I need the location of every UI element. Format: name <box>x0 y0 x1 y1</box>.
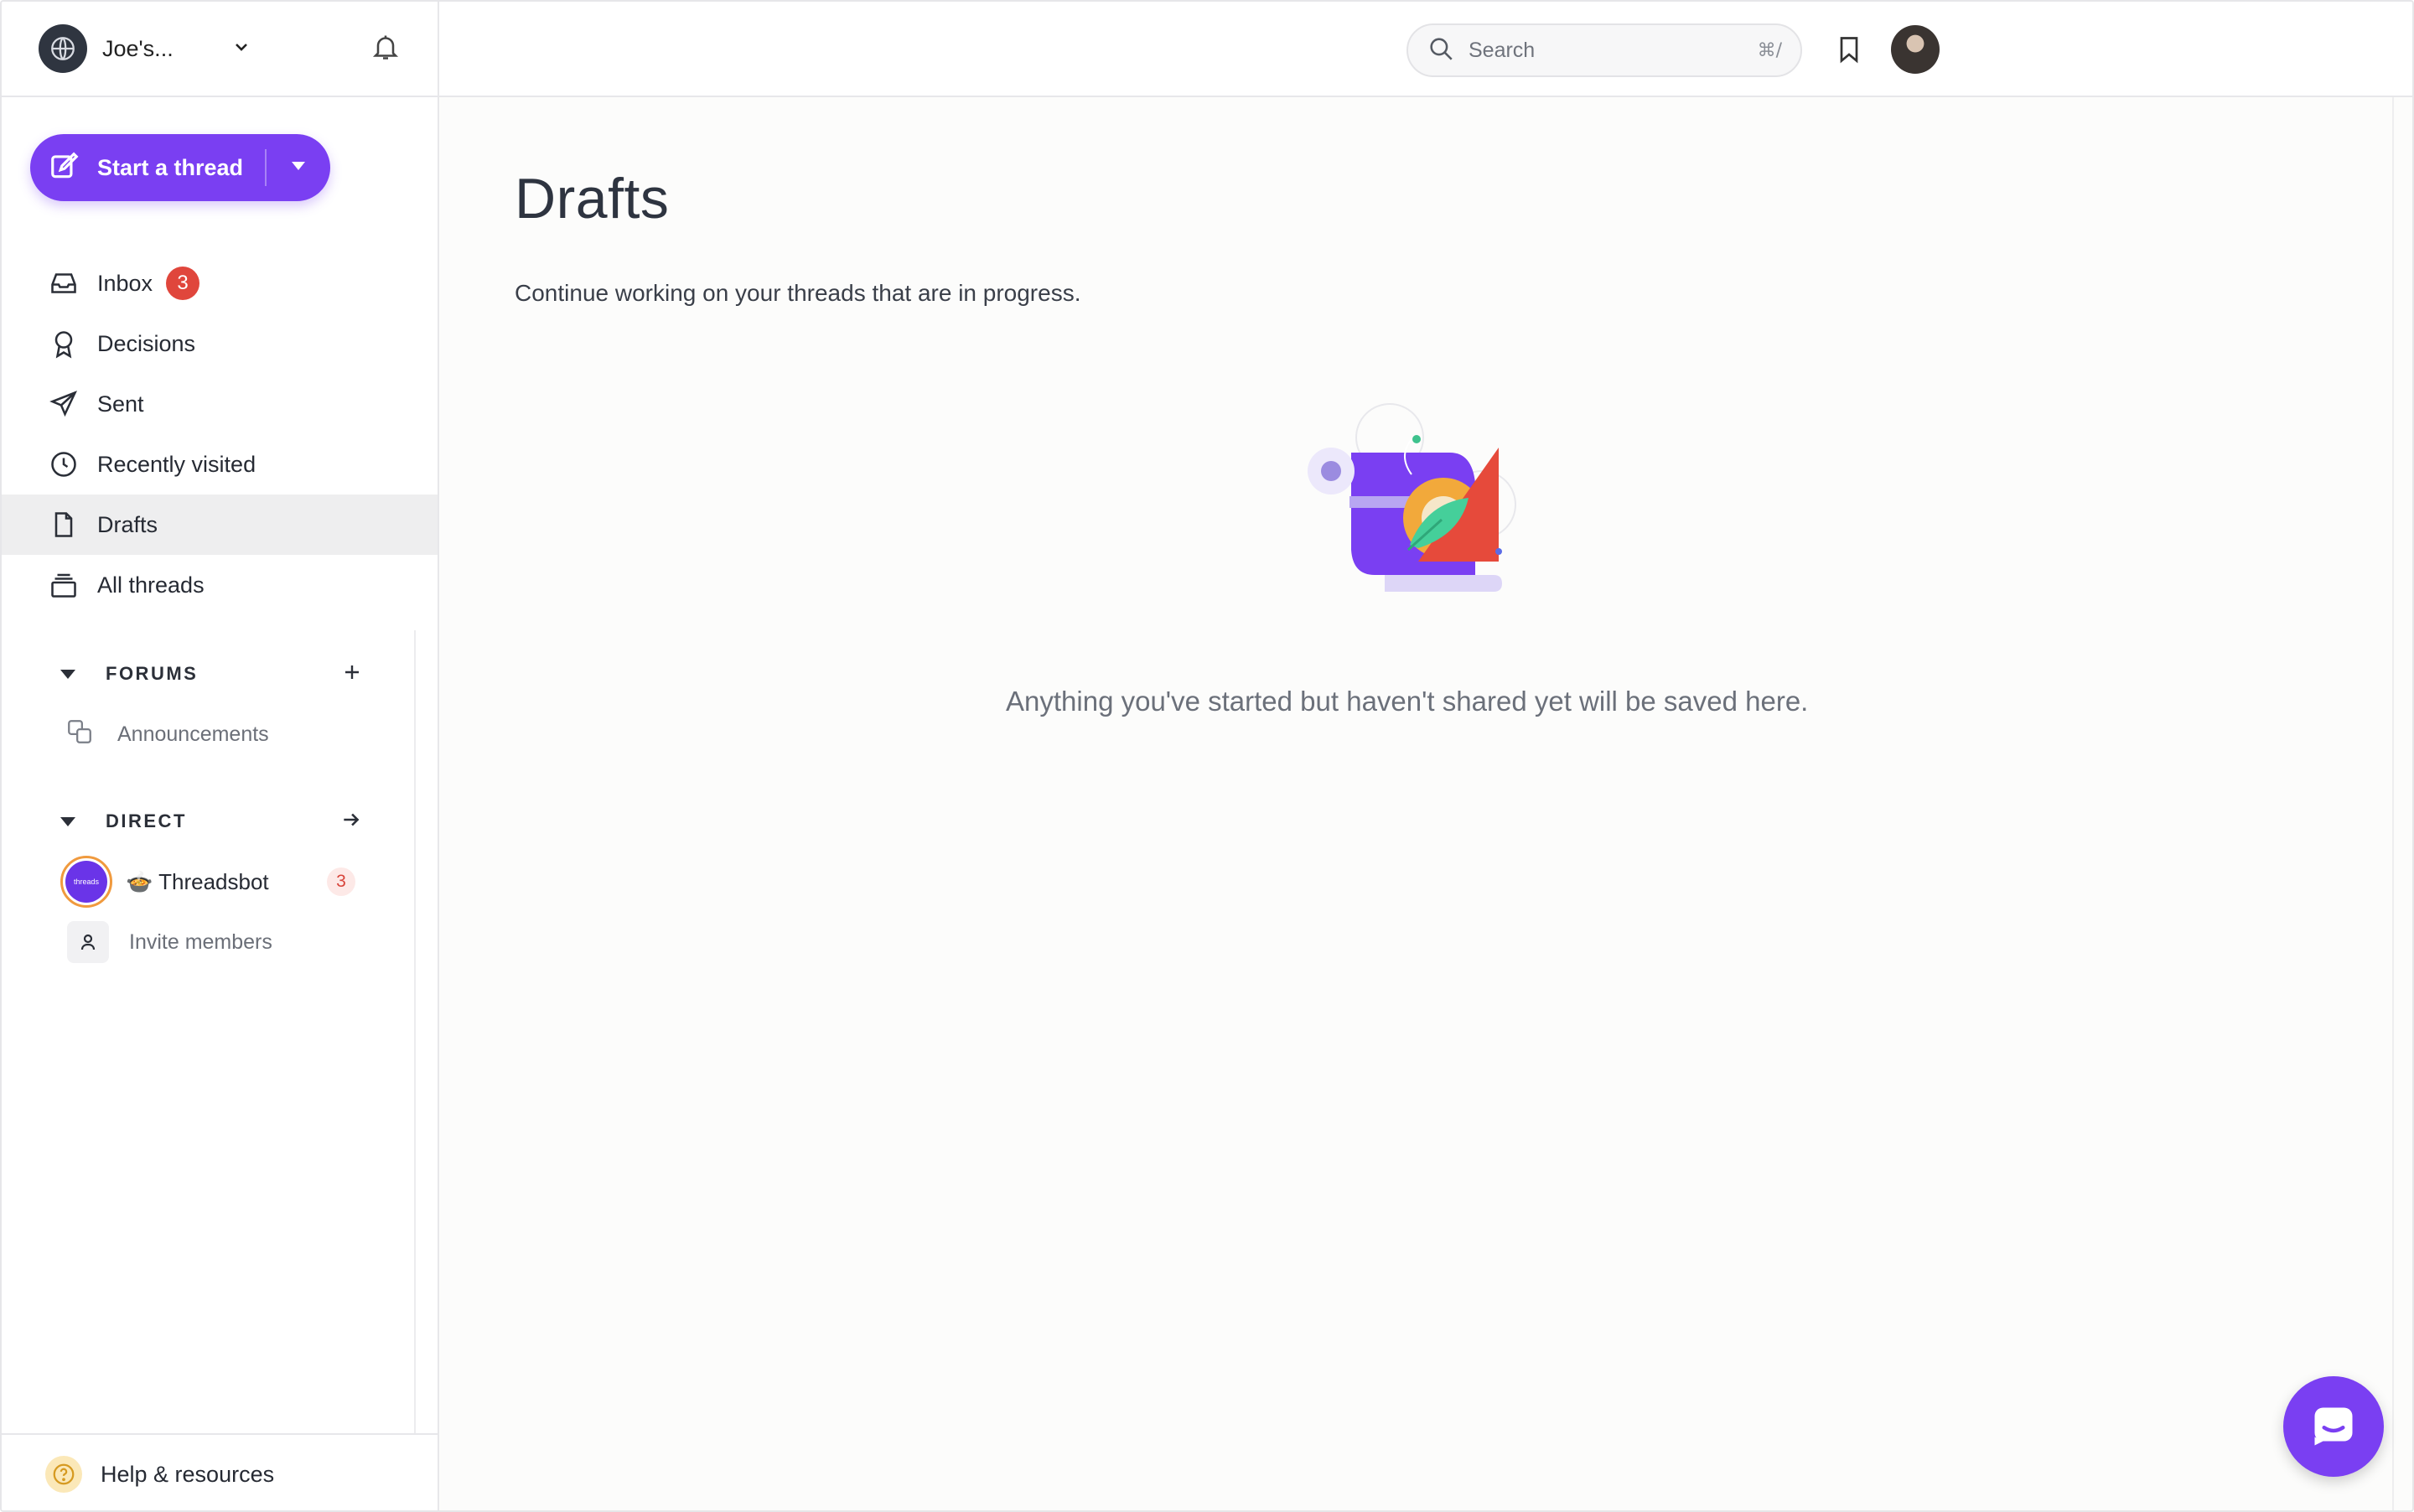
search-placeholder: Search <box>1469 38 1536 62</box>
help-question-icon <box>45 1456 82 1493</box>
arrow-right-icon[interactable] <box>340 809 362 835</box>
stack-icon <box>47 568 80 602</box>
support-chat-button[interactable] <box>2283 1376 2384 1477</box>
bookmark-icon[interactable] <box>1834 34 1864 70</box>
file-icon <box>47 508 80 541</box>
invite-members-item[interactable]: Invite members <box>2 912 412 972</box>
search-shortcut-hint: ⌘/ <box>1757 39 1782 61</box>
start-thread-label: Start a thread <box>97 154 244 180</box>
person-icon <box>67 921 109 963</box>
sidebar-nav: Inbox 3 Decisions Sent Recently visited <box>2 253 438 615</box>
sidebar-item-recently-visited[interactable]: Recently visited <box>2 434 438 495</box>
forum-item-label: Announcements <box>117 722 269 746</box>
main-scrollbar[interactable] <box>2392 97 2394 1510</box>
search-input[interactable]: Search ⌘/ <box>1406 23 1802 77</box>
empty-state-message: Anything you've started but haven't shar… <box>1006 686 1809 717</box>
inbox-icon <box>47 267 80 300</box>
globe-icon <box>51 37 75 60</box>
sidebar-item-all-threads[interactable]: All threads <box>2 555 438 615</box>
bell-icon[interactable] <box>370 32 401 66</box>
drafts-empty-illustration <box>1301 402 1536 624</box>
ribbon-icon <box>47 327 80 360</box>
add-forum-plus-icon[interactable] <box>342 662 362 686</box>
sidebar-scrollbar[interactable] <box>414 630 416 1433</box>
sidebar-item-drafts[interactable]: Drafts <box>2 495 438 555</box>
collapse-triangle-icon[interactable] <box>60 669 75 679</box>
direct-item-threadsbot[interactable]: threads 🍲 Threadsbot 3 <box>2 852 412 912</box>
search-icon <box>1427 34 1455 67</box>
sidebar-item-inbox[interactable]: Inbox 3 <box>2 253 438 313</box>
workspace-name[interactable]: Joe's... <box>102 36 228 62</box>
sidebar-item-label: Drafts <box>97 511 158 537</box>
sidebar-item-decisions[interactable]: Decisions <box>2 313 438 374</box>
forum-channel-icon <box>65 717 94 752</box>
workspace-header: Joe's... <box>2 2 438 97</box>
unread-count-badge: 3 <box>327 867 355 896</box>
sidebar-item-label: Inbox <box>97 270 153 296</box>
send-icon <box>47 387 80 421</box>
chevron-down-icon[interactable] <box>231 37 251 61</box>
caret-down-icon[interactable] <box>290 160 307 176</box>
invite-members-label: Invite members <box>129 929 272 954</box>
threadsbot-avatar: threads <box>60 856 112 908</box>
app-window: Joe's... Start a thread Inbox 3 Decision… <box>0 0 2414 1512</box>
direct-item-label: 🍲 Threadsbot <box>126 868 269 894</box>
clock-icon <box>47 448 80 481</box>
start-thread-button[interactable]: Start a thread <box>30 134 330 201</box>
forums-section-title: FORUMS <box>106 663 199 684</box>
collapse-triangle-icon[interactable] <box>60 816 75 826</box>
page-subtitle: Continue working on your threads that ar… <box>515 280 1081 306</box>
user-avatar[interactable] <box>1891 25 1940 74</box>
sidebar: Joe's... Start a thread Inbox 3 Decision… <box>2 2 439 1510</box>
inbox-count-badge: 3 <box>166 267 200 300</box>
direct-section-header[interactable]: DIRECT <box>2 796 412 847</box>
forums-section-header[interactable]: FORUMS <box>2 649 412 699</box>
direct-section-title: DIRECT <box>106 810 187 831</box>
sidebar-item-label: Decisions <box>97 330 196 356</box>
help-resources-label: Help & resources <box>101 1461 275 1487</box>
sidebar-item-label: All threads <box>97 572 205 598</box>
threadsbot-avatar-text: threads <box>65 861 107 903</box>
sidebar-item-label: Sent <box>97 391 144 417</box>
forum-item-announcements[interactable]: Announcements <box>2 704 412 764</box>
sidebar-item-label: Recently visited <box>97 451 256 477</box>
help-resources-item[interactable]: Help & resources <box>2 1433 438 1510</box>
chat-icon <box>2314 1407 2353 1446</box>
sidebar-item-sent[interactable]: Sent <box>2 374 438 434</box>
button-divider <box>265 149 267 186</box>
compose-icon <box>49 150 80 186</box>
workspace-avatar[interactable] <box>39 24 87 73</box>
page-title: Drafts <box>515 167 670 230</box>
